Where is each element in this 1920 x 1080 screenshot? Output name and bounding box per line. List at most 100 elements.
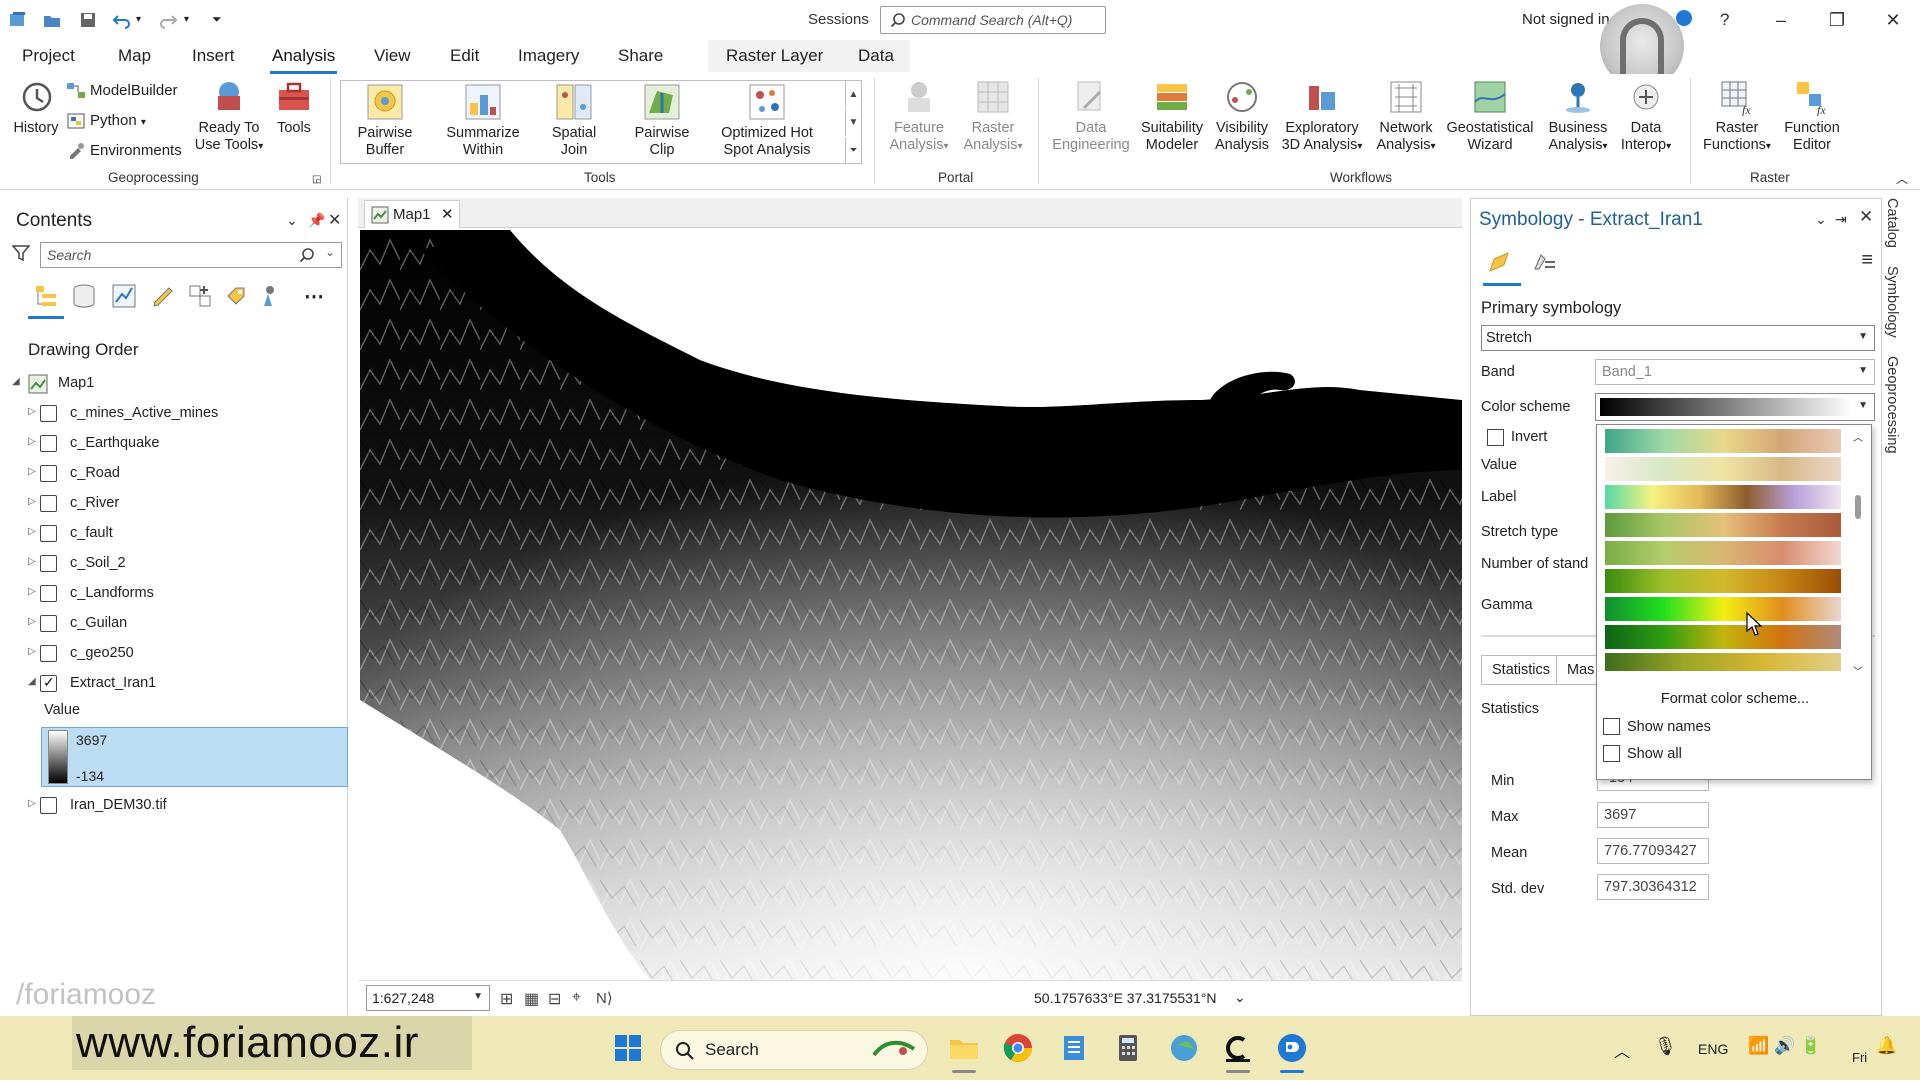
battery-icon[interactable]: 🔋 <box>1800 1036 1821 1056</box>
expand-arrow-icon[interactable]: ▷ <box>28 496 36 507</box>
tab-raster-layer[interactable]: Raster Layer <box>726 46 823 66</box>
data-interop-button[interactable]: Data Interop▾ <box>1612 78 1680 155</box>
terminal-app-icon[interactable] <box>1222 1032 1254 1064</box>
pairwise-buffer-button[interactable]: Pairwise Buffer <box>347 83 423 159</box>
scroll-down-icon[interactable]: ﹀ <box>1853 663 1863 678</box>
tab-project[interactable]: Project <box>22 46 75 66</box>
layer-visibility-checkbox[interactable] <box>40 797 57 814</box>
volume-icon[interactable]: 🔊 <box>1774 1036 1795 1056</box>
layer-visibility-checkbox[interactable] <box>40 525 57 542</box>
list-by-labeling-icon[interactable] <box>222 282 250 310</box>
python-button[interactable]: Python ▾ <box>66 112 146 130</box>
expand-arrow-icon[interactable]: ▷ <box>28 556 36 567</box>
primary-symbology-select[interactable]: Stretch ▼ <box>1481 325 1875 351</box>
clock-day[interactable]: Fri <box>1852 1050 1867 1065</box>
side-tab-symbology[interactable]: Symbology <box>1884 266 1900 338</box>
function-editor-button[interactable]: fx Function Editor <box>1776 78 1848 154</box>
invert-checkbox[interactable] <box>1487 429 1504 446</box>
undo-icon[interactable] <box>112 10 132 30</box>
legend-stretch-swatch[interactable]: 3697 -134 <box>41 727 348 787</box>
pin-icon[interactable]: 📌 <box>308 212 325 229</box>
color-ramp-option[interactable] <box>1605 625 1841 649</box>
group-launcher-icon[interactable]: ◲ <box>312 174 321 185</box>
expand-arrow-icon[interactable]: ▷ <box>28 436 36 447</box>
file-explorer-icon[interactable] <box>948 1032 980 1064</box>
expand-arrow-icon[interactable]: ◢ <box>28 676 36 687</box>
arcgis-pro-icon[interactable] <box>1276 1032 1308 1064</box>
fixed-zoom-icon[interactable]: ⊞ <box>500 989 513 1009</box>
close-tab-icon[interactable]: ✕ <box>441 205 454 223</box>
raster-analysis-button[interactable]: Raster Analysis▾ <box>956 78 1030 155</box>
language-indicator[interactable]: ENG <box>1698 1041 1728 1057</box>
modelbuilder-button[interactable]: ModelBuilder <box>66 82 178 100</box>
tab-statistics[interactable]: Statistics <box>1481 655 1557 685</box>
layer-visibility-checkbox[interactable] <box>40 495 57 512</box>
tab-share[interactable]: Share <box>618 46 663 66</box>
pane-options-icon[interactable]: ⌄ <box>286 212 298 229</box>
side-tab-geoprocessing[interactable]: Geoprocessing <box>1884 356 1900 454</box>
sessions-label[interactable]: Sessions <box>808 11 869 28</box>
format-color-scheme-link[interactable]: Format color scheme... <box>1597 691 1873 707</box>
navigator-icon[interactable]: ⊟ <box>548 989 561 1009</box>
close-icon[interactable]: ✕ <box>328 210 341 230</box>
expand-arrow-icon[interactable]: ▷ <box>28 798 36 809</box>
filter-icon[interactable] <box>12 244 30 262</box>
undo-dropdown-icon[interactable]: ▾ <box>136 14 156 34</box>
layer-visibility-checkbox[interactable] <box>40 405 57 422</box>
redo-dropdown-icon[interactable]: ▾ <box>184 14 204 34</box>
menu-icon[interactable]: ≡ <box>1861 249 1873 272</box>
calculator-icon[interactable] <box>1112 1032 1144 1064</box>
expand-arrow-icon[interactable]: ▷ <box>28 586 36 597</box>
data-engineering-button[interactable]: Data Engineering <box>1048 78 1134 154</box>
tab-map[interactable]: Map <box>118 46 151 66</box>
environments-button[interactable]: Environments <box>66 142 182 160</box>
spatial-join-button[interactable]: Spatial Join <box>537 83 611 159</box>
gallery-expand[interactable]: ⏷ <box>845 137 861 164</box>
search-icon[interactable] <box>299 247 315 263</box>
network-analysis-button[interactable]: Network Analysis▾ <box>1370 78 1442 155</box>
layer-visibility-checkbox[interactable] <box>40 645 57 662</box>
list-by-source-icon[interactable] <box>70 282 98 310</box>
redo-icon[interactable] <box>158 10 178 30</box>
suitability-modeler-button[interactable]: Suitability Modeler <box>1132 78 1212 154</box>
tab-data[interactable]: Data <box>858 46 894 66</box>
wifi-icon[interactable]: 📶 <box>1748 1036 1769 1056</box>
windows-start-icon[interactable] <box>612 1032 644 1064</box>
help-button[interactable]: ? <box>1720 10 1729 30</box>
notepad-icon[interactable] <box>1058 1032 1090 1064</box>
grid-icon[interactable]: ▦ <box>524 989 539 1009</box>
ready-to-use-tools-button[interactable]: Ready To Use Tools▾ <box>194 78 264 155</box>
auto-hide-icon[interactable]: ⇥ <box>1835 211 1847 228</box>
close-icon[interactable]: ✕ <box>1859 207 1873 227</box>
color-ramp-option[interactable] <box>1605 541 1841 565</box>
more-options-icon[interactable]: ⋯ <box>304 284 324 309</box>
color-ramp-option[interactable] <box>1605 597 1841 621</box>
show-all-checkbox[interactable] <box>1603 745 1620 762</box>
notifications-bell-icon[interactable]: 🔔 <box>1876 1036 1897 1056</box>
notification-dot-icon[interactable] <box>1676 10 1692 26</box>
tab-mask[interactable]: Mas <box>1557 655 1597 685</box>
restore-button[interactable]: ❐ <box>1822 6 1852 34</box>
customize-qat-icon[interactable]: ⏷ <box>212 12 232 32</box>
close-window-button[interactable]: ✕ <box>1878 6 1908 34</box>
chevron-down-icon[interactable]: ⌄ <box>1234 989 1246 1006</box>
signin-status[interactable]: Not signed in <box>1522 11 1610 28</box>
layer-visibility-checkbox[interactable] <box>40 555 57 572</box>
ramp-list-scrollbar[interactable]: ︿ ﹀ <box>1849 429 1867 679</box>
raster-functions-button[interactable]: fx Raster Functions▾ <box>1696 78 1778 155</box>
scroll-up-icon[interactable]: ︿ <box>1853 429 1863 444</box>
tab-insert[interactable]: Insert <box>192 46 235 66</box>
save-project-icon[interactable] <box>78 10 98 30</box>
color-ramp-option[interactable] <box>1605 485 1841 509</box>
color-scheme-select[interactable]: ▼ <box>1595 393 1875 421</box>
show-names-checkbox[interactable] <box>1603 718 1620 735</box>
expand-arrow-icon[interactable]: ▷ <box>28 526 36 537</box>
list-by-editing-icon[interactable] <box>150 282 178 310</box>
color-ramp-option[interactable] <box>1605 429 1841 453</box>
map-canvas[interactable] <box>360 230 1462 980</box>
chrome-icon[interactable] <box>1002 1032 1034 1064</box>
vary-symbology-icon[interactable] <box>1531 249 1557 275</box>
map-view-tab[interactable]: Map1 ✕ <box>364 200 460 228</box>
collapse-ribbon-icon[interactable]: ︿ <box>1896 170 1908 187</box>
color-ramp-option[interactable] <box>1605 513 1841 537</box>
